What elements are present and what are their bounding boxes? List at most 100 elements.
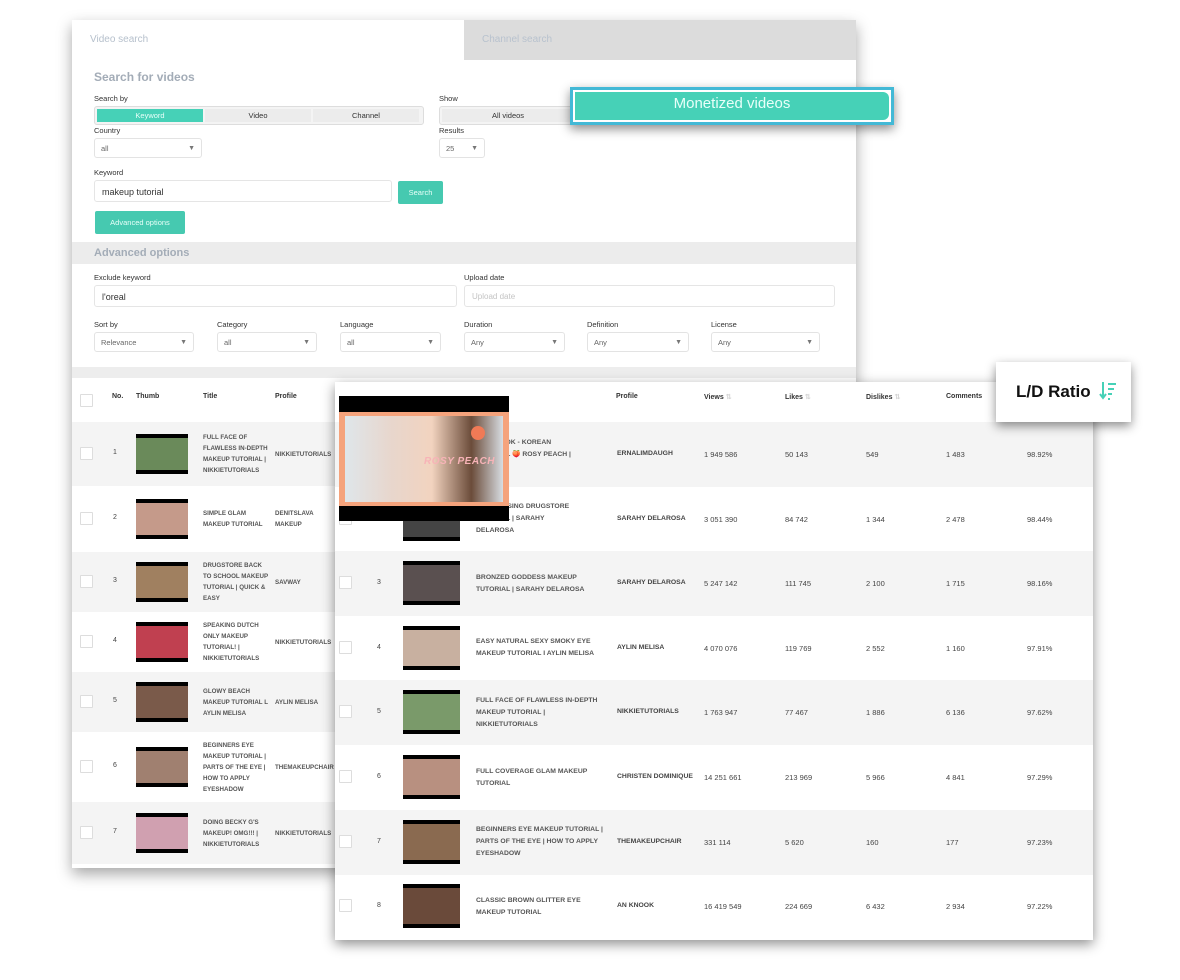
monetized-videos-button[interactable]: Monetized videos [575,92,889,120]
language-select[interactable]: all ▼ [340,332,441,352]
row-checkbox[interactable] [80,635,93,648]
video-thumbnail[interactable] [403,690,460,735]
license-label: License [711,320,737,329]
video-thumbnail[interactable] [403,755,460,799]
likes-value: 5 620 [785,837,804,847]
tab-video-search[interactable]: Video search [72,20,464,60]
upload-date-input[interactable]: Upload date [464,285,835,307]
row-checkbox[interactable] [80,512,93,525]
video-title[interactable]: Doing Becky G's makeup! OMG!!! | NikkieT… [203,805,271,861]
video-thumbnail[interactable] [403,625,460,670]
video-title[interactable]: Bronzed goddess makeup tutorial | Sarahy… [476,551,608,616]
search-button[interactable]: Search [398,181,443,204]
row-checkbox[interactable] [339,770,352,783]
video-profile[interactable]: THEMAKEUPCHAIR [617,838,682,845]
video-thumbnail[interactable] [403,819,460,864]
exclude-keyword-input[interactable]: l'oreal [94,285,457,307]
country-select[interactable]: all ▼ [94,138,202,158]
sort-by-label: Sort by [94,320,118,329]
row-checkbox[interactable] [339,576,352,590]
video-thumbnail[interactable] [136,622,188,662]
video-profile[interactable]: SARAHY DELAROSA [617,515,686,522]
video-profile[interactable]: DENITSLAVA MAKEUP [275,509,335,529]
video-profile[interactable]: AYLIN MELISA [275,692,335,712]
search-by-channel[interactable]: Channel [313,109,419,122]
video-thumbnail[interactable] [136,434,188,474]
video-title[interactable]: Classic brown glitter eye makeup tutoria… [476,874,608,939]
video-title[interactable]: Beginners eye makeup tutorial | parts of… [203,739,271,795]
video-profile[interactable]: ERNALIMDAUGH [617,450,673,457]
video-thumbnail[interactable] [403,884,460,929]
video-title[interactable]: Glowy beach makeup tutorial l Aylin Meli… [203,674,271,730]
video-thumbnail[interactable] [136,562,188,602]
video-thumbnail[interactable] [136,499,188,539]
keyword-input[interactable]: makeup tutorial [94,180,392,202]
col-likes-label: Likes [785,394,803,401]
video-title[interactable]: Full coverage glam makeup tutorial [476,745,608,810]
video-title[interactable]: Full face of flawless in-depth makeup tu… [476,680,608,745]
col-views[interactable]: Views ⇅ [704,393,732,401]
select-all-checkbox[interactable] [80,394,93,407]
col-comments[interactable]: Comments [946,393,982,400]
table-row[interactable]: 4 Easy natural sexy smoky eye makeup tut… [335,616,1093,681]
views-value: 14 251 661 [704,773,742,782]
row-checkbox[interactable] [80,447,93,460]
table-row[interactable]: 8 Classic brown glitter eye makeup tutor… [335,874,1093,939]
video-title[interactable]: Simple glam makeup tutorial [203,491,271,547]
tab-channel-search[interactable]: Channel search [464,20,856,60]
col-dislikes[interactable]: Dislikes ⇅ [866,393,900,401]
row-checkbox[interactable] [339,640,352,654]
video-profile[interactable]: SARAHY DELAROSA [617,579,686,586]
video-profile[interactable]: NIKKIETUTORIALS [275,444,335,464]
duration-select[interactable]: Any ▼ [464,332,565,352]
row-checkbox[interactable] [80,826,93,839]
row-number: 3 [113,577,117,584]
show-all-videos[interactable]: All videos [442,109,574,122]
license-select[interactable]: Any ▼ [711,332,820,352]
video-profile[interactable]: NIKKIETUTORIALS [275,823,335,843]
video-title[interactable]: Full face of flawless in-depth makeup tu… [203,426,271,482]
category-select[interactable]: all ▼ [217,332,317,352]
table-row[interactable]: 3 Bronzed goddess makeup tutorial | Sara… [335,551,1093,617]
ld-ratio-label: L/D Ratio [1016,382,1091,401]
table-row[interactable]: 7 Beginners eye makeup tutorial | parts … [335,809,1093,875]
results-value: 25 [446,144,455,153]
advanced-options-button[interactable]: Advanced options [95,211,185,234]
row-checkbox[interactable] [339,834,352,848]
video-title[interactable]: Speaking Dutch only makeup tutorial! | N… [203,614,271,670]
video-title[interactable]: Beginners eye makeup tutorial | parts of… [476,810,608,875]
video-thumbnail[interactable] [136,813,188,853]
table-row[interactable]: 5 Full face of flawless in-depth makeup … [335,680,1093,746]
video-title[interactable]: Easy natural sexy smoky eye makeup tutor… [476,616,608,681]
col-likes[interactable]: Likes ⇅ [785,393,811,401]
row-checkbox[interactable] [339,705,352,719]
likes-value: 77 467 [785,708,808,718]
search-by-video[interactable]: Video [205,109,311,122]
video-title[interactable]: Drugstore back to school makeup tutorial… [203,554,271,610]
definition-select[interactable]: Any ▼ [587,332,689,352]
search-by-keyword[interactable]: Keyword [97,109,203,122]
video-profile[interactable]: SAVWAY [275,572,335,592]
comments-value: 4 841 [946,773,965,782]
row-checkbox[interactable] [339,899,352,913]
sort-by-select[interactable]: Relevance ▼ [94,332,194,352]
video-profile[interactable]: THEMAKEUPCHAIR [275,757,335,777]
table-row[interactable]: 6 Full coverage glam makeup tutorial CHR… [335,745,1093,810]
video-profile[interactable]: AN KNOOK [617,902,654,909]
ld-ratio-value: 97.29% [1027,773,1053,782]
col-views-label: Views [704,394,724,401]
video-profile[interactable]: NIKKIETUTORIALS [617,708,679,715]
sort-descending-icon [1099,382,1116,400]
video-profile[interactable]: CHRISTEN DOMINIQUE [617,773,693,780]
ld-ratio-value: 97.23% [1027,837,1053,847]
row-checkbox[interactable] [80,695,93,708]
video-profile[interactable]: AYLIN MELISA [617,644,664,651]
results-select[interactable]: 25 ▼ [439,138,485,158]
video-profile[interactable]: NIKKIETUTORIALS [275,632,335,652]
row-checkbox[interactable] [80,760,93,773]
video-thumbnail[interactable] [403,561,460,606]
ld-ratio-callout[interactable]: L/D Ratio [996,362,1131,422]
row-checkbox[interactable] [80,575,93,588]
video-thumbnail[interactable] [136,682,188,722]
video-thumbnail[interactable] [136,747,188,787]
